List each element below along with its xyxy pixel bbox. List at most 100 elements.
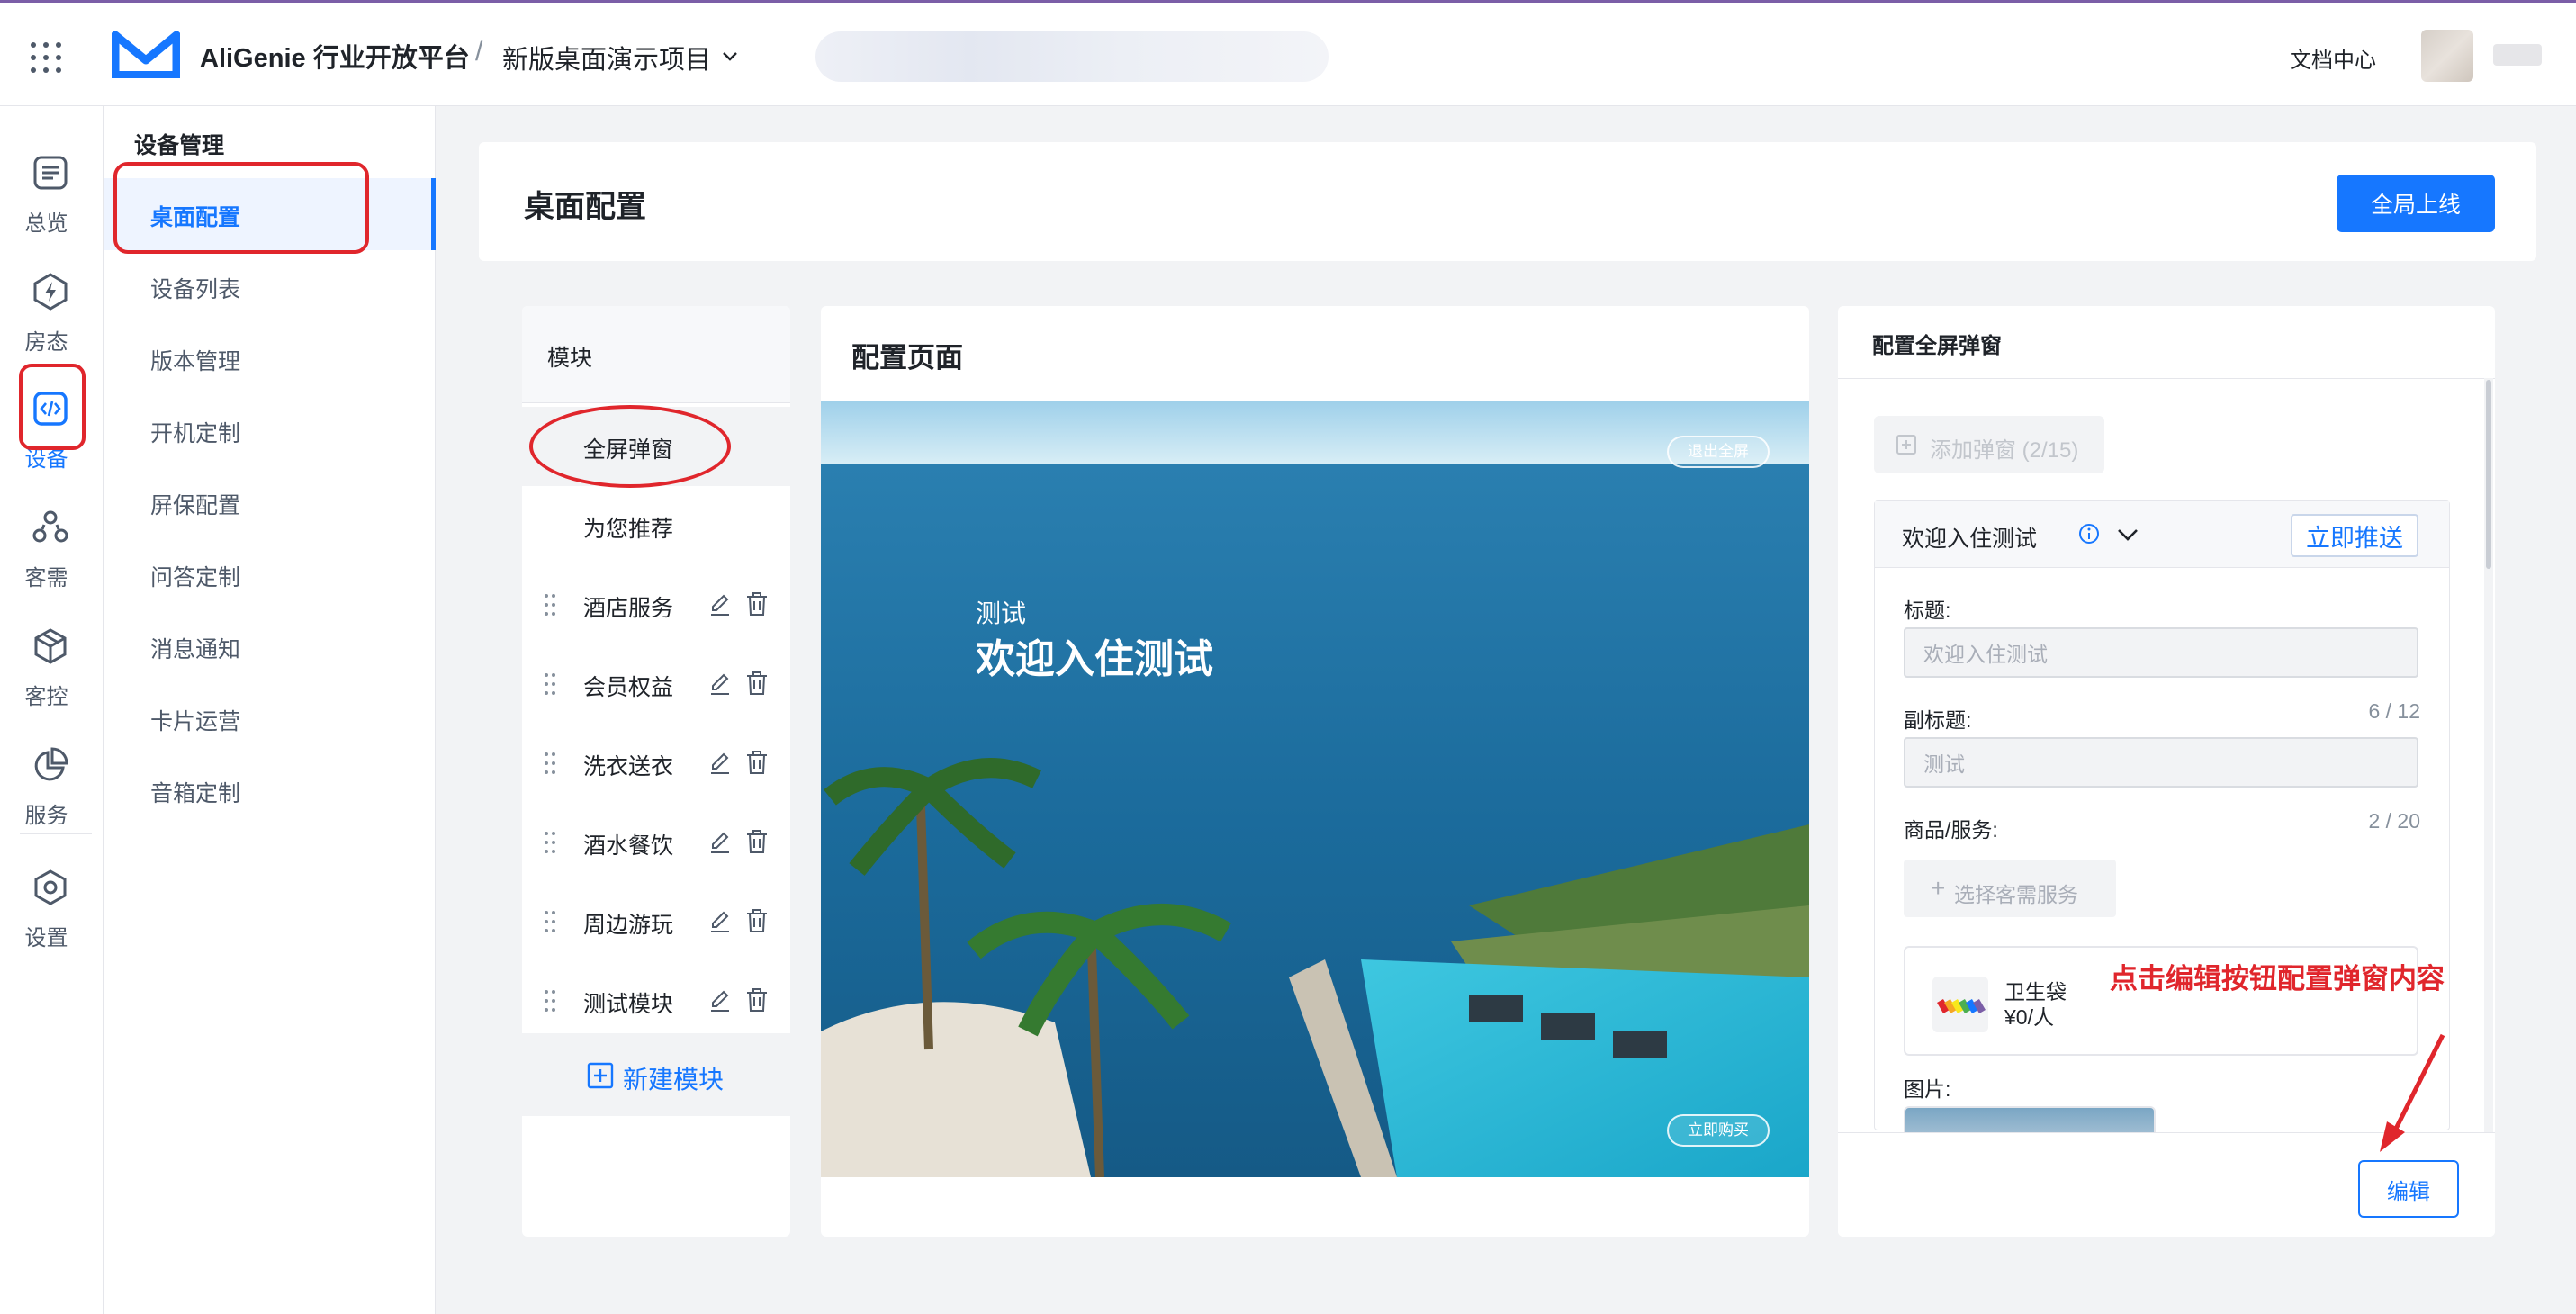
subtitle-field-label: 副标题: [1904, 708, 1972, 732]
highlight-box-device [19, 364, 86, 450]
annotation-arrow-icon [2380, 1033, 2445, 1152]
trash-icon[interactable] [745, 828, 769, 855]
popup-config-title: 配置全屏弹窗 [1872, 334, 2002, 358]
drag-handle-icon[interactable] [544, 671, 556, 697]
plus-square-icon [587, 1062, 614, 1089]
submenu-label: 版本管理 [150, 349, 241, 374]
product-price: ¥0/人 [2004, 1005, 2054, 1029]
top-header: AliGenie 行业开放平台 / 新版桌面演示项目 文档中心 [0, 0, 2576, 106]
config-page-title: 配置页面 [851, 342, 963, 374]
aligenie-logo [112, 31, 180, 78]
drag-handle-icon[interactable] [544, 909, 556, 934]
rail-item-room-status[interactable]: 房态 [0, 250, 104, 358]
select-service-button[interactable]: + 选择客需服务 [1904, 860, 2116, 917]
buy-now-button[interactable]: 立即购买 [1667, 1114, 1770, 1147]
exit-fullscreen-button[interactable]: 退出全屏 [1667, 436, 1770, 468]
trash-icon[interactable] [745, 907, 769, 934]
title-input[interactable] [1904, 627, 2418, 678]
edit-icon[interactable] [707, 830, 733, 855]
edit-icon[interactable] [707, 592, 733, 617]
submenu-item-notify[interactable]: 消息通知 [104, 610, 436, 682]
rail-label: 总览 [24, 212, 68, 236]
trash-icon[interactable] [745, 670, 769, 697]
icon-rail: 总览 房态 设备 客需 客控 服务 设置 [0, 106, 104, 1314]
resort-background-image [821, 401, 1809, 1177]
module-item-recommend[interactable]: 为您推荐 [522, 486, 790, 565]
trash-icon[interactable] [745, 986, 769, 1013]
lightning-icon [33, 273, 68, 310]
preview-subtitle: 测试 [976, 599, 1027, 627]
module-item-hotel-service[interactable]: 酒店服务 [522, 565, 790, 644]
submenu-item-speaker[interactable]: 音箱定制 [104, 754, 436, 826]
submenu-label: 音箱定制 [150, 781, 241, 806]
search-bar[interactable] [815, 32, 1329, 82]
submenu-label: 消息通知 [150, 637, 241, 662]
module-item-laundry[interactable]: 洗衣送衣 [522, 724, 790, 803]
info-icon[interactable] [2078, 523, 2100, 544]
avatar[interactable] [2421, 30, 2473, 82]
scrollbar-thumb[interactable] [2486, 380, 2491, 569]
service-field-label: 商品/服务: [1904, 818, 1998, 842]
popup-item-name: 欢迎入住测试 [1902, 526, 2038, 552]
docs-center-link[interactable]: 文档中心 [2290, 42, 2376, 74]
hexagon-settings-icon [34, 869, 67, 905]
rail-label: 设置 [24, 926, 68, 950]
submenu-item-qa[interactable]: 问答定制 [104, 538, 436, 610]
highlight-box-desktop-config [113, 162, 369, 254]
edit-icon[interactable] [707, 671, 733, 697]
module-item-nearby[interactable]: 周边游玩 [522, 882, 790, 961]
project-switcher[interactable]: 新版桌面演示项目 [502, 39, 711, 76]
add-popup-button[interactable]: 添加弹窗 (2/15) [1874, 416, 2104, 473]
rail-item-settings[interactable]: 设置 [0, 846, 104, 954]
edit-icon[interactable] [707, 751, 733, 776]
rail-item-overview[interactable]: 总览 [0, 131, 104, 239]
publish-all-button[interactable]: 全局上线 [2337, 175, 2495, 232]
list-icon [33, 156, 68, 190]
chevron-down-icon[interactable] [720, 46, 740, 66]
app-grid-icon[interactable] [31, 42, 61, 73]
divider [1838, 378, 2495, 379]
drag-handle-icon[interactable] [544, 592, 556, 617]
drag-handle-icon[interactable] [544, 830, 556, 855]
drag-handle-icon[interactable] [544, 988, 556, 1013]
edit-icon[interactable] [707, 909, 733, 934]
drag-handle-icon[interactable] [544, 751, 556, 776]
submenu-label: 问答定制 [150, 565, 241, 590]
submenu-item-boot[interactable]: 开机定制 [104, 394, 436, 466]
trash-icon[interactable] [745, 590, 769, 617]
service-count: 2 / 20 [2368, 809, 2420, 832]
people-icon [32, 510, 68, 543]
chevron-down-icon[interactable] [2116, 525, 2139, 544]
module-label: 周边游玩 [583, 913, 674, 938]
config-page-panel: 配置页面 退出全屏 测试 欢迎入住测试 立即购买 [821, 306, 1809, 1237]
subtitle-input[interactable] [1904, 737, 2418, 788]
popup-item-panel: 欢迎入住测试 立即推送 标题: 副标题: 6 / 12 商品/服务: 2 / 2… [1874, 500, 2450, 1142]
module-item-test[interactable]: 测试模块 [522, 961, 790, 1040]
submenu-label: 屏保配置 [150, 493, 241, 518]
module-item-member[interactable]: 会员权益 [522, 644, 790, 724]
module-list-title: 模块 [547, 346, 593, 371]
trash-icon[interactable] [745, 749, 769, 776]
submenu-item-device-list[interactable]: 设备列表 [104, 250, 436, 322]
submenu-item-version[interactable]: 版本管理 [104, 322, 436, 394]
username[interactable] [2493, 44, 2542, 66]
page-header: 桌面配置 全局上线 [479, 142, 2536, 261]
plus-icon: + [1931, 874, 1946, 902]
popup-preview: 退出全屏 测试 欢迎入住测试 立即购买 [821, 401, 1809, 1177]
product-thumbnail [1932, 976, 1988, 1032]
submenu-item-cards[interactable]: 卡片运营 [104, 682, 436, 754]
module-item-dining[interactable]: 酒水餐饮 [522, 803, 790, 882]
submenu-label: 设备列表 [150, 277, 241, 302]
popup-item-header[interactable]: 欢迎入住测试 立即推送 [1875, 501, 2449, 568]
pie-icon [34, 747, 68, 781]
rail-item-service[interactable]: 服务 [0, 724, 104, 832]
new-module-button[interactable]: 新建模块 [522, 1033, 790, 1116]
submenu-item-screensaver[interactable]: 屏保配置 [104, 466, 436, 538]
edit-button[interactable]: 编辑 [2358, 1160, 2459, 1218]
edit-icon[interactable] [707, 988, 733, 1013]
rail-item-guest-control[interactable]: 客控 [0, 605, 104, 713]
rail-item-guest-needs[interactable]: 客需 [0, 486, 104, 594]
title-field-label: 标题: [1904, 598, 1951, 622]
preview-title: 欢迎入住测试 [976, 637, 1213, 681]
push-now-button[interactable]: 立即推送 [2291, 514, 2418, 557]
